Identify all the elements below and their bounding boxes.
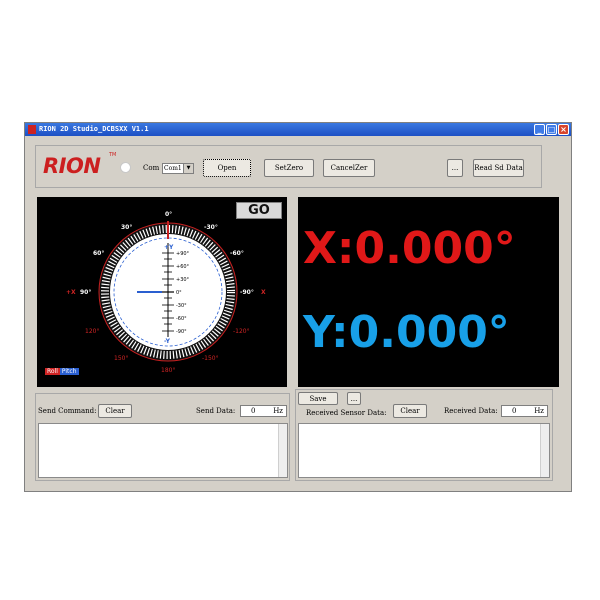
received-data-textarea[interactable] [298, 423, 550, 478]
minimize-button[interactable]: _ [534, 124, 545, 135]
cancelzero-button[interactable]: CancelZer [323, 159, 375, 177]
tick-label-minus90: -90° [176, 329, 187, 335]
received-data-unit: Hz [534, 407, 544, 415]
receive-clear-button[interactable]: Clear [393, 404, 427, 418]
rion-logo: RION [43, 154, 101, 178]
angle-label-60: 60° [93, 250, 104, 257]
inclinometer-panel: +90° +60° +30° 0° -30° -60° -90° +Y -Y 0… [37, 197, 287, 387]
app-icon [28, 125, 36, 134]
angle-label-180: 180° [161, 367, 175, 374]
setzero-button[interactable]: SetZero [264, 159, 314, 177]
angle-label-minus90: -90° [240, 289, 254, 296]
minus-y-label: -Y [164, 338, 171, 345]
tick-label-zero: 0° [176, 290, 182, 296]
roll-pitch-legend: Roll Pitch [45, 367, 79, 376]
send-command-textarea[interactable] [38, 423, 288, 478]
open-button[interactable]: Open [203, 159, 251, 177]
angle-label-minus60: -60° [230, 250, 244, 257]
send-section: Send Command: Clear Send Data: 0 Hz [35, 393, 290, 481]
angle-label-minus150: -150° [202, 355, 219, 362]
save-button[interactable]: Save [298, 392, 338, 405]
toolbar: RION TM Com Com1 ▼ Open SetZero CancelZe… [35, 145, 542, 188]
maximize-button[interactable]: □ [546, 124, 557, 135]
tick-label-minus60: -60° [176, 316, 187, 322]
close-button[interactable]: × [558, 124, 569, 135]
tick-label-minus30: -30° [176, 303, 187, 309]
send-data-unit: Hz [273, 407, 283, 415]
legend-pitch: Pitch [59, 368, 79, 375]
go-button[interactable]: GO [236, 202, 282, 219]
title-bar[interactable]: RION 2D Studio_DCBSXX V1.1 _ □ × [25, 123, 571, 136]
read-sd-data-button[interactable]: Read Sd Data [473, 159, 524, 177]
connection-indicator [120, 162, 131, 173]
angle-label-150: 150° [114, 355, 128, 362]
receive-more-button[interactable]: ... [347, 392, 361, 405]
tick-label-plus90: +90° [176, 251, 190, 257]
send-data-count: 0 [251, 407, 256, 415]
received-data-field[interactable]: 0 Hz [501, 405, 548, 417]
received-data-label: Received Data: [444, 407, 498, 415]
send-command-label: Send Command: [38, 407, 97, 415]
x-angle-readout: X:0.000° [303, 223, 516, 274]
trademark-mark: TM [109, 152, 117, 158]
com-port-select[interactable]: Com1 ▼ [162, 163, 194, 174]
more-options-button[interactable]: ... [447, 159, 463, 177]
plus-x-label: +X [66, 289, 76, 296]
receive-scrollbar[interactable] [540, 424, 549, 477]
send-clear-button[interactable]: Clear [98, 404, 132, 418]
inclinometer-dial: +90° +60° +30° 0° -30° -60° -90° +Y -Y 0… [66, 211, 266, 374]
angle-label-30: 30° [121, 224, 132, 231]
window-title: RION 2D Studio_DCBSXX V1.1 [39, 125, 149, 133]
com-port-value: Com1 [164, 165, 182, 172]
angle-readout-panel: X:0.000° Y:0.000° [298, 197, 559, 387]
angle-label-0: 0° [165, 211, 172, 218]
minus-x-label: X [261, 289, 266, 296]
angle-label-minus30: -30° [204, 224, 218, 231]
received-data-count: 0 [512, 407, 517, 415]
angle-label-minus120: -120° [233, 328, 250, 335]
angle-label-90: 90° [80, 289, 91, 296]
tick-label-plus30: +30° [176, 277, 190, 283]
send-scrollbar[interactable] [278, 424, 287, 477]
receive-section: Save ... Received Sensor Data: Clear Rec… [295, 389, 553, 481]
received-sensor-data-label: Received Sensor Data: [306, 409, 387, 417]
main-window: RION 2D Studio_DCBSXX V1.1 _ □ × RION TM… [24, 122, 572, 492]
tick-label-plus60: +60° [176, 264, 190, 270]
y-angle-readout: Y:0.000° [303, 307, 510, 358]
send-data-field[interactable]: 0 Hz [240, 405, 287, 417]
send-data-label: Send Data: [196, 407, 236, 415]
legend-roll: Roll [45, 368, 60, 375]
plus-y-label: +Y [164, 244, 174, 251]
angle-label-120: 120° [85, 328, 99, 335]
chevron-down-icon[interactable]: ▼ [183, 164, 193, 173]
com-label: Com [143, 164, 160, 172]
